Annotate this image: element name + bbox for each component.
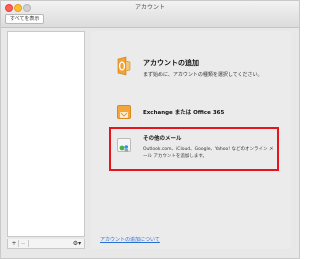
other-mail-icon[interactable]	[117, 138, 131, 152]
page-subtitle: まず始めに、アカウントの種類を選択してください。	[143, 72, 263, 78]
outlook-logo-icon	[117, 56, 131, 76]
account-list-footer: + − ⚙▾	[7, 239, 85, 249]
add-account-button[interactable]: +	[10, 239, 18, 248]
show-all-button[interactable]: すべてを表示	[5, 14, 45, 24]
title-bar: アカウント すべてを表示	[1, 1, 299, 28]
account-list[interactable]	[7, 31, 85, 237]
page-title: アカウントの追加	[143, 59, 199, 67]
exchange-account-option[interactable]: Exchange または Office 365	[143, 108, 224, 116]
exchange-icon[interactable]	[117, 105, 131, 119]
other-mail-account-option[interactable]: その他のメール	[143, 134, 182, 142]
help-link[interactable]: アカウントの追加について	[100, 236, 160, 243]
remove-account-button[interactable]: −	[19, 239, 27, 248]
add-account-pane: アカウントの追加 まず始めに、アカウントの種類を選択してください。 Exchan…	[91, 31, 291, 249]
gear-icon[interactable]: ⚙▾	[72, 239, 82, 248]
footer-divider	[28, 240, 29, 247]
accounts-window: アカウント すべてを表示 + − ⚙▾ アカウントの追加 まず始めに、アカウント…	[0, 0, 300, 259]
other-mail-description: Outlook.com、iCloud、Google、Yahoo! などのオンライ…	[143, 147, 274, 159]
window-title: アカウント	[134, 4, 165, 11]
